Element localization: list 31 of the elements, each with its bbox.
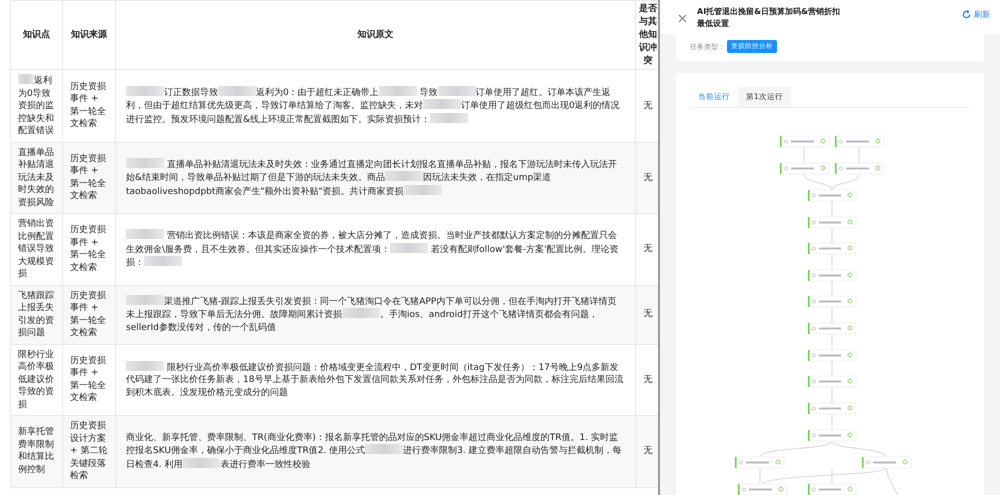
refresh-button[interactable]: 刷新 <box>962 9 990 20</box>
conflict-value: 无 <box>644 374 652 384</box>
knowledge-point: 直播单品补贴清退玩法未及时失效的资损风险 <box>18 146 55 209</box>
knowledge-text: 直播单品补贴清退玩法未及时失效：业务通过直播定向团长计划报名直播单品补贴，报名下游玩法时未传入玩法开始&结束时间，导致单品补贴过期了但是下游的玩法未失效。商品 因玩法未失效，在指定ump渠道taobaoliveshopdpbt商家会产生"额外出资补贴"资损。共计商家资损 <box>126 158 618 198</box>
knowledge-text: 订正数据导致 返利为0：由于超红未正确带上 导致 订单使用了超红。订单本该产生返利，但由于超红结算优先级更高，导致订单结算给了淘客。监控缺失，未对 订单使用了超级红包而出现0返利的情况进行监控。预发环境问题配置&线上环境正常配置截图如下。实际资损预计： <box>126 86 621 126</box>
knowledge-point: 营销出资比例配置错误导致大规模资损 <box>18 218 55 280</box>
knowledge-point: 新享托管费率限制和结算比例控制 <box>18 426 55 476</box>
knowledge-point: 返利为0导致资损的监控缺失和配置错误 <box>18 74 55 138</box>
knowledge-point: 限秒行业高价率极低建议价导致的资损 <box>18 348 55 411</box>
knowledge-source: 历史资损事件 + 第一轮全文检索 <box>70 80 107 131</box>
knowledge-source: 历史资损事件 + 第一轮全文检索 <box>70 354 107 405</box>
conflict-value: 无 <box>644 100 652 110</box>
knowledge-text: 渠道推广飞猪-跟踪上报丢失引发资损：同一个飞猪淘口令在飞猪APP内下单可以分佣，但在手淘内打开飞猪详情页未上报跟踪，导致下单后无法分佣。故障期间累计资损 。手淘ios、android打开这个飞猪详情页都会有问题，sellerId参数没传对，传的一个乱码值 <box>126 294 618 334</box>
refresh-icon <box>962 10 971 19</box>
knowledge-text: 营销出资比例错误：本该是商家全资的券，被大店分摊了，造成资损。当时业产技都默认方案定制的分摊配置只会生效佣金\服务费，且不生效券。但其实还应操作一个技术配置项： 若没有配则follow'套餐-方案'配置比例。理论资损： <box>126 229 620 270</box>
column-header: 知识点 <box>10 0 62 70</box>
knowledge-point: 飞猪跟踪上报丢失引发的资损问题 <box>18 290 55 340</box>
knowledge-source: 历史资损事件 + 第一轮全文检索 <box>70 290 107 340</box>
conflict-value: 无 <box>644 309 652 320</box>
knowledge-text: 限秒行业高价率极低建议价资损问题：价格域变更全流程中，DT变更时间（itag下发任务）：17号晚上9点多新发代码建了一张比价任务新表，18号早上基于新表给外包下发置信同款关系对任务，外包标注品是否为同款，标注完后结果回流到积木底表。没发现价格元变成分的问题 <box>126 360 624 399</box>
close-icon[interactable] <box>678 14 687 23</box>
conflict-value: 无 <box>644 244 652 254</box>
knowledge-text: 商业化、新享托管、费率限制、TR(商业化费率)：报名新享托管的品对应的SKU佣金率超过商业化品维度的TR值。1. 实时监控报名SKU佣金率，确保小于商业化品维度TR值2. 使用公式 进行费率限制3. 建立费率超限自动告警与拦截机制，每日检查4. 利用 表进行费率一致性校验 <box>126 432 623 471</box>
conflict-value: 无 <box>644 172 652 182</box>
knowledge-source: 历史资损设计方案 + 第二轮关键段落检索 <box>70 420 108 482</box>
knowledge-source: 历史资损事件 + 第一轮全文检索 <box>70 152 107 203</box>
panel-title: AI托管退出挽留&日预算加码&营销折扣最低设置 <box>697 6 842 30</box>
conflict-value: 无 <box>644 446 652 456</box>
column-header: 知识来源 <box>62 0 116 70</box>
column-header: 知识原文 <box>116 0 636 70</box>
knowledge-source: 历史资损事件 + 第一轮全文检索 <box>70 224 107 274</box>
